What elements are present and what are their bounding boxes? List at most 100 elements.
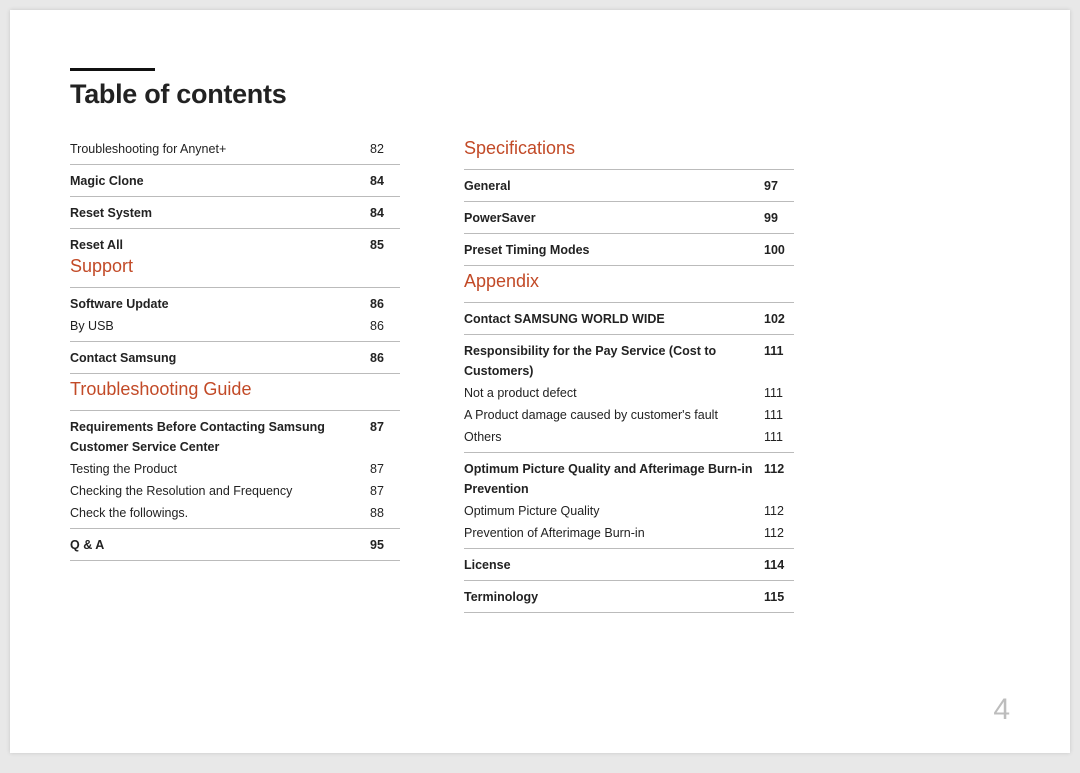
- heading-troubleshooting: Troubleshooting Guide: [70, 379, 400, 400]
- toc-entry-label: Preset Timing Modes: [464, 240, 764, 260]
- section-support: Support Software Update86By USB86 Contact…: [70, 256, 400, 374]
- toc-entry-page: 99: [764, 208, 794, 228]
- toc-entry-label: Not a product defect: [464, 383, 764, 403]
- toc-entry-page: 102: [764, 309, 794, 329]
- divider: [464, 265, 794, 266]
- heading-support: Support: [70, 256, 400, 277]
- toc-entry[interactable]: General97: [464, 175, 794, 197]
- toc-entry-page: 86: [370, 316, 400, 336]
- toc-entry-label: PowerSaver: [464, 208, 764, 228]
- toc-entry[interactable]: Reset All85: [70, 234, 400, 256]
- toc-entry[interactable]: Optimum Picture Quality112: [464, 500, 794, 522]
- toc-entry-page: 112: [764, 459, 794, 499]
- section-specifications: Specifications General97PowerSaver99Pres…: [464, 138, 794, 266]
- toc-entry-page: 85: [370, 235, 400, 255]
- toc-entry[interactable]: Not a product defect111: [464, 382, 794, 404]
- title-rule: [70, 68, 155, 71]
- divider: [70, 528, 400, 529]
- toc-entry-page: 112: [764, 501, 794, 521]
- divider: [70, 373, 400, 374]
- toc-entry-label: Check the followings.: [70, 503, 370, 523]
- section-appendix: Appendix Contact SAMSUNG WORLD WIDE102Re…: [464, 271, 794, 613]
- toc-entry-page: 111: [764, 405, 794, 425]
- column-right: Specifications General97PowerSaver99Pres…: [464, 138, 794, 618]
- toc-entry-page: 111: [764, 341, 794, 381]
- toc-entry[interactable]: Requirements Before Contacting Samsung C…: [70, 416, 400, 458]
- toc-entry[interactable]: A Product damage caused by customer's fa…: [464, 404, 794, 426]
- toc-entry-page: 112: [764, 523, 794, 543]
- divider: [464, 233, 794, 234]
- toc-entry-page: 88: [370, 503, 400, 523]
- toc-entry-page: 84: [370, 203, 400, 223]
- toc-entry[interactable]: Terminology115: [464, 586, 794, 608]
- toc-entry-label: Requirements Before Contacting Samsung C…: [70, 417, 370, 457]
- toc-entry-label: Optimum Picture Quality: [464, 501, 764, 521]
- toc-entry-page: 100: [764, 240, 794, 260]
- divider: [464, 201, 794, 202]
- toc-entry-label: Optimum Picture Quality and Afterimage B…: [464, 459, 764, 499]
- toc-entry[interactable]: Testing the Product87: [70, 458, 400, 480]
- toc-entry-label: Magic Clone: [70, 171, 370, 191]
- divider: [464, 612, 794, 613]
- heading-specifications: Specifications: [464, 138, 794, 159]
- toc-entry[interactable]: Contact Samsung86: [70, 347, 400, 369]
- toc-entry[interactable]: Preset Timing Modes100: [464, 239, 794, 261]
- divider: [464, 548, 794, 549]
- troubleshooting-groups: Requirements Before Contacting Samsung C…: [70, 410, 400, 561]
- toc-entry[interactable]: Check the followings.88: [70, 502, 400, 524]
- columns: Troubleshooting for Anynet+82Magic Clone…: [70, 138, 1010, 618]
- toc-entry[interactable]: Contact SAMSUNG WORLD WIDE102: [464, 308, 794, 330]
- toc-entry-page: 87: [370, 459, 400, 479]
- toc-entry-page: 86: [370, 294, 400, 314]
- toc-entry[interactable]: Responsibility for the Pay Service (Cost…: [464, 340, 794, 382]
- divider: [464, 452, 794, 453]
- toc-entry-page: 84: [370, 171, 400, 191]
- toc-entry-page: 97: [764, 176, 794, 196]
- toc-entry-page: 86: [370, 348, 400, 368]
- toc-entry-page: 115: [764, 587, 794, 607]
- toc-entry-page: 95: [370, 535, 400, 555]
- toc-entry-page: 87: [370, 417, 400, 457]
- section-troubleshooting: Troubleshooting Guide Requirements Befor…: [70, 379, 400, 561]
- divider: [70, 164, 400, 165]
- toc-entry-label: Testing the Product: [70, 459, 370, 479]
- divider: [464, 580, 794, 581]
- toc-entry-label: Troubleshooting for Anynet+: [70, 139, 370, 159]
- toc-entry-label: Checking the Resolution and Frequency: [70, 481, 370, 501]
- toc-entry[interactable]: Checking the Resolution and Frequency87: [70, 480, 400, 502]
- divider: [70, 410, 400, 411]
- toc-entry[interactable]: Optimum Picture Quality and Afterimage B…: [464, 458, 794, 500]
- toc-entry[interactable]: Others111: [464, 426, 794, 448]
- toc-entry[interactable]: By USB86: [70, 315, 400, 337]
- top-block: Troubleshooting for Anynet+82Magic Clone…: [70, 138, 400, 256]
- toc-entry-label: Responsibility for the Pay Service (Cost…: [464, 341, 764, 381]
- toc-entry[interactable]: Prevention of Afterimage Burn-in112: [464, 522, 794, 544]
- divider: [70, 228, 400, 229]
- toc-entry-page: 87: [370, 481, 400, 501]
- toc-entry[interactable]: Troubleshooting for Anynet+82: [70, 138, 400, 160]
- toc-entry-label: Reset System: [70, 203, 370, 223]
- page-title: Table of contents: [70, 79, 1010, 110]
- toc-entry-label: Q & A: [70, 535, 370, 555]
- divider: [70, 560, 400, 561]
- toc-entry[interactable]: Software Update86: [70, 293, 400, 315]
- toc-entry-label: Contact Samsung: [70, 348, 370, 368]
- toc-entry[interactable]: Magic Clone84: [70, 170, 400, 192]
- appendix-groups: Contact SAMSUNG WORLD WIDE102Responsibil…: [464, 302, 794, 613]
- toc-entry-page: 111: [764, 427, 794, 447]
- toc-entry[interactable]: Reset System84: [70, 202, 400, 224]
- toc-entry[interactable]: PowerSaver99: [464, 207, 794, 229]
- toc-entry[interactable]: Q & A95: [70, 534, 400, 556]
- toc-entry-label: License: [464, 555, 764, 575]
- page-number: 4: [993, 693, 1010, 727]
- toc-entry[interactable]: License114: [464, 554, 794, 576]
- toc-entry-page: 111: [764, 383, 794, 403]
- toc-entry-page: 82: [370, 139, 400, 159]
- heading-appendix: Appendix: [464, 271, 794, 292]
- divider: [70, 287, 400, 288]
- toc-entry-label: Terminology: [464, 587, 764, 607]
- toc-entry-page: 114: [764, 555, 794, 575]
- toc-entry-label: Contact SAMSUNG WORLD WIDE: [464, 309, 764, 329]
- toc-entry-label: Prevention of Afterimage Burn-in: [464, 523, 764, 543]
- divider: [464, 302, 794, 303]
